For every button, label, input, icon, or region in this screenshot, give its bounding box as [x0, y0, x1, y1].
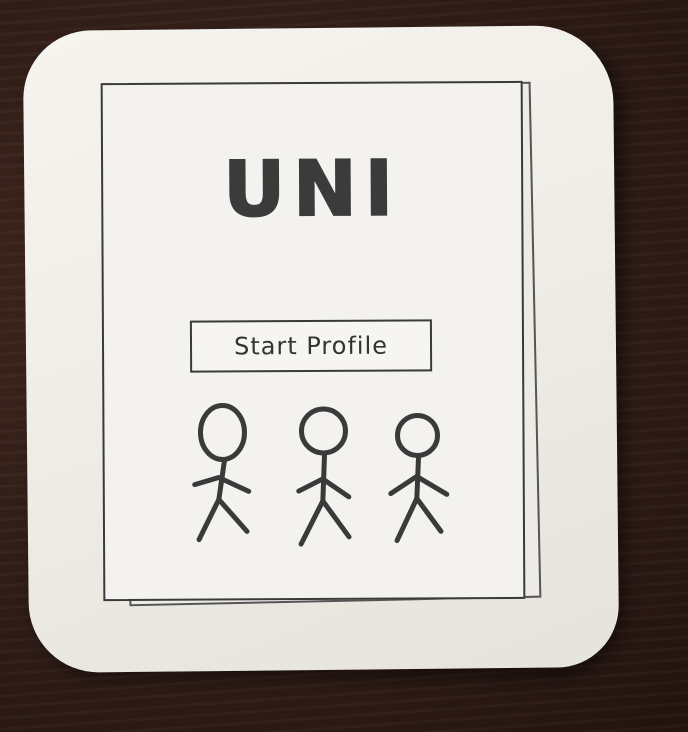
start-profile-button[interactable]: Start Profile	[189, 319, 433, 373]
stick-figure-icon	[388, 412, 450, 544]
stick-figure-icon	[296, 406, 352, 547]
people-group-icon	[192, 402, 450, 547]
stick-figure-icon	[192, 402, 252, 543]
phone-screen: UNI Start Profile	[100, 80, 526, 602]
app-logo: UNI	[222, 143, 402, 235]
